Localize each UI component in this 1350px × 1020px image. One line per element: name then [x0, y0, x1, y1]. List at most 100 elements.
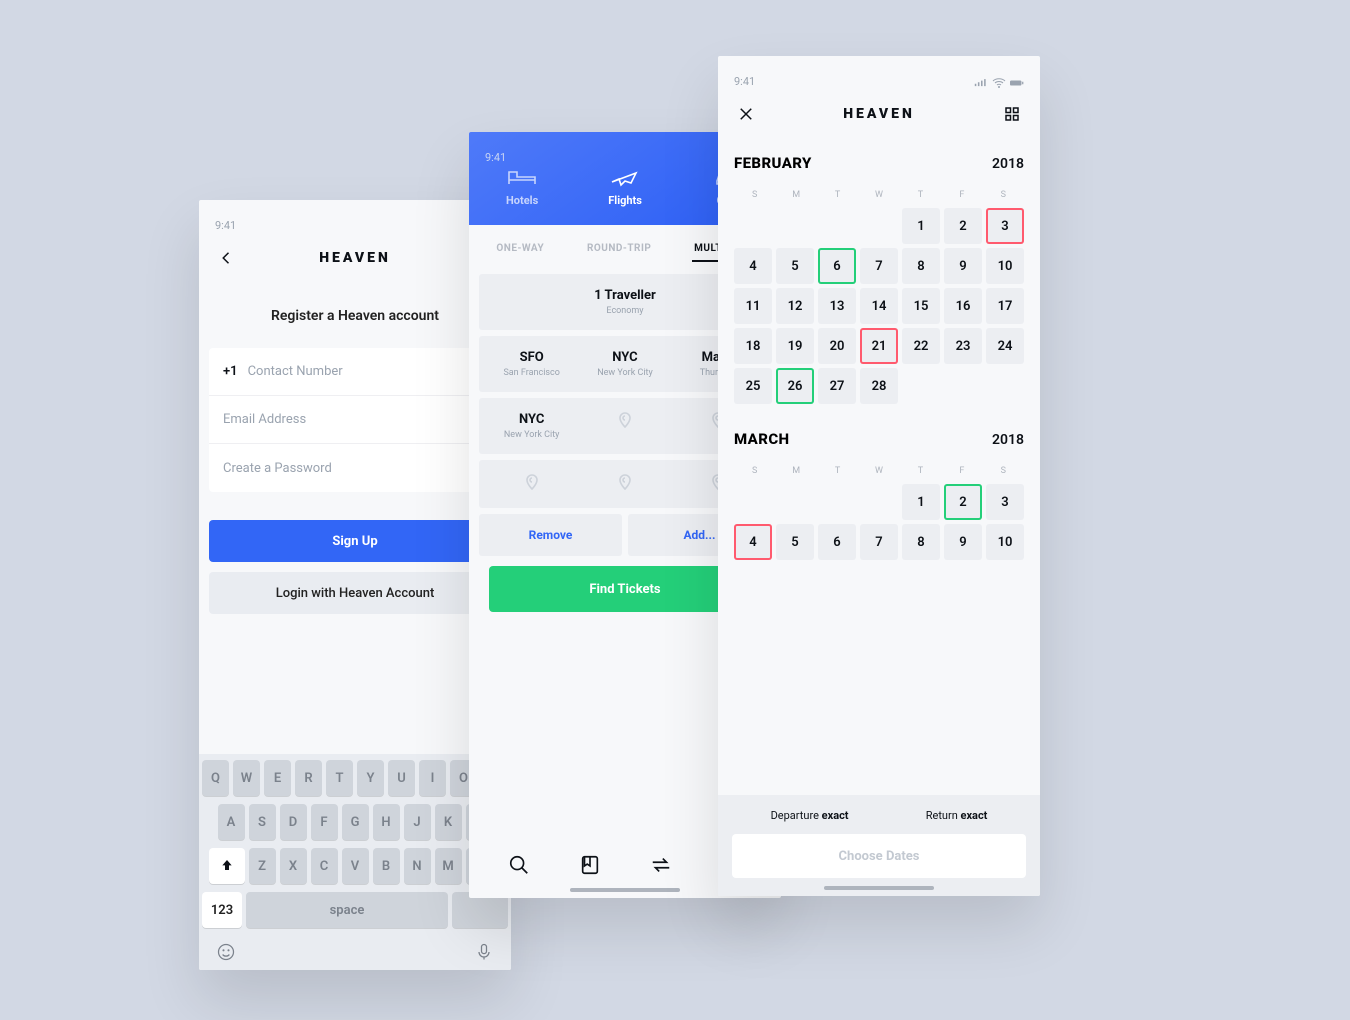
day-cell[interactable]: 3	[986, 484, 1024, 520]
category-flights[interactable]: Flights	[608, 166, 642, 207]
day-cell[interactable]: 13	[818, 288, 856, 324]
day-cell[interactable]: 6	[818, 248, 856, 284]
tab-oneway[interactable]: ONE-WAY	[496, 243, 544, 254]
key-v[interactable]: V	[342, 848, 369, 884]
day-cell[interactable]: 26	[776, 368, 814, 404]
key-x[interactable]: X	[280, 848, 307, 884]
day-cell[interactable]: 25	[734, 368, 772, 404]
day-cell[interactable]: 6	[818, 524, 856, 560]
weekday-row: SMTWTFS	[734, 466, 1024, 476]
day-cell[interactable]: 10	[986, 524, 1024, 560]
key-t[interactable]: T	[326, 760, 353, 796]
day-cell[interactable]: 9	[944, 524, 982, 560]
key-k[interactable]: K	[435, 804, 462, 840]
day-cell[interactable]: 5	[776, 524, 814, 560]
leg1-from[interactable]: SFO San Francisco	[485, 350, 578, 378]
weekday-label: W	[858, 190, 899, 200]
day-cell[interactable]: 23	[944, 328, 982, 364]
day-cell[interactable]: 7	[860, 248, 898, 284]
close-button[interactable]	[732, 100, 760, 128]
key-r[interactable]: R	[295, 760, 322, 796]
leg2-from[interactable]: NYC New York City	[485, 412, 578, 440]
day-cell[interactable]: 8	[902, 248, 940, 284]
key-g[interactable]: G	[342, 804, 369, 840]
day-cell[interactable]: 18	[734, 328, 772, 364]
key-q[interactable]: Q	[202, 760, 229, 796]
key-c[interactable]: C	[311, 848, 338, 884]
day-cell[interactable]: 14	[860, 288, 898, 324]
month-year: 2018	[992, 156, 1024, 172]
shift-key[interactable]	[209, 848, 245, 884]
swap-icon[interactable]	[650, 854, 672, 876]
key-s[interactable]: S	[249, 804, 276, 840]
day-cell[interactable]: 24	[986, 328, 1024, 364]
choose-dates-button[interactable]: Choose Dates	[732, 834, 1026, 878]
day-cell[interactable]: 21	[860, 328, 898, 364]
tab-roundtrip[interactable]: ROUND-TRIP	[587, 243, 651, 254]
month-grid-feb: 1234567891011121314151617181920212223242…	[734, 208, 1024, 404]
day-cell[interactable]: 20	[818, 328, 856, 364]
battery-icon	[1010, 78, 1024, 88]
email-field[interactable]: Email Address	[209, 396, 501, 444]
key-d[interactable]: D	[280, 804, 307, 840]
password-field[interactable]: Create a Password	[209, 444, 501, 492]
key-w[interactable]: W	[233, 760, 260, 796]
mic-icon[interactable]	[474, 942, 494, 962]
day-cell[interactable]: 8	[902, 524, 940, 560]
key-m[interactable]: M	[435, 848, 462, 884]
day-cell[interactable]: 27	[818, 368, 856, 404]
day-cell[interactable]: 28	[860, 368, 898, 404]
remove-leg-button[interactable]: Remove	[479, 514, 622, 556]
screen-register: 9:41 HEAVEN Register a Heaven account +1…	[199, 200, 511, 970]
country-code[interactable]: +1	[223, 364, 238, 379]
day-cell[interactable]: 22	[902, 328, 940, 364]
day-cell[interactable]: 5	[776, 248, 814, 284]
key-h[interactable]: H	[373, 804, 400, 840]
day-cell[interactable]: 9	[944, 248, 982, 284]
numeric-key[interactable]: 123	[202, 892, 242, 928]
day-cell[interactable]: 10	[986, 248, 1024, 284]
key-y[interactable]: Y	[357, 760, 384, 796]
day-cell[interactable]: 1	[902, 484, 940, 520]
day-cell[interactable]: 2	[944, 208, 982, 244]
key-i[interactable]: I	[419, 760, 446, 796]
day-cell[interactable]: 1	[902, 208, 940, 244]
bookmark-icon[interactable]	[579, 854, 601, 876]
category-hotels[interactable]: Hotels	[506, 166, 538, 207]
day-cell[interactable]: 4	[734, 524, 772, 560]
leg3-from-placeholder[interactable]	[485, 474, 578, 494]
return-mode[interactable]: Return exact	[926, 809, 988, 822]
day-cell[interactable]: 3	[986, 208, 1024, 244]
leg2-to-placeholder[interactable]	[578, 412, 671, 440]
key-e[interactable]: E	[264, 760, 291, 796]
leg1-to[interactable]: NYC New York City	[578, 350, 671, 378]
key-j[interactable]: J	[404, 804, 431, 840]
day-cell[interactable]: 12	[776, 288, 814, 324]
key-b[interactable]: B	[373, 848, 400, 884]
signup-button[interactable]: Sign Up	[209, 520, 501, 562]
key-z[interactable]: Z	[249, 848, 276, 884]
grid-view-button[interactable]	[998, 100, 1026, 128]
key-a[interactable]: A	[218, 804, 245, 840]
key-f[interactable]: F	[311, 804, 338, 840]
day-cell[interactable]: 16	[944, 288, 982, 324]
day-cell[interactable]: 4	[734, 248, 772, 284]
emoji-icon[interactable]	[216, 942, 236, 962]
day-cell[interactable]: 2	[944, 484, 982, 520]
login-button[interactable]: Login with Heaven Account	[209, 572, 501, 614]
phone-field[interactable]: +1 Contact Number	[209, 348, 501, 396]
departure-mode[interactable]: Departure exact	[771, 809, 849, 822]
back-button[interactable]	[213, 244, 241, 272]
key-u[interactable]: U	[388, 760, 415, 796]
leg3-to-placeholder[interactable]	[578, 474, 671, 494]
day-cell[interactable]: 15	[902, 288, 940, 324]
day-cell[interactable]: 7	[860, 524, 898, 560]
day-cell[interactable]: 11	[734, 288, 772, 324]
weekday-label: F	[941, 190, 982, 200]
key-n[interactable]: N	[404, 848, 431, 884]
calendar-scroll[interactable]: FEBRUARY 2018 SMTWTFS 123456789101112131…	[718, 138, 1040, 778]
space-key[interactable]: space	[246, 892, 448, 928]
search-icon[interactable]	[508, 854, 530, 876]
day-cell[interactable]: 17	[986, 288, 1024, 324]
day-cell[interactable]: 19	[776, 328, 814, 364]
